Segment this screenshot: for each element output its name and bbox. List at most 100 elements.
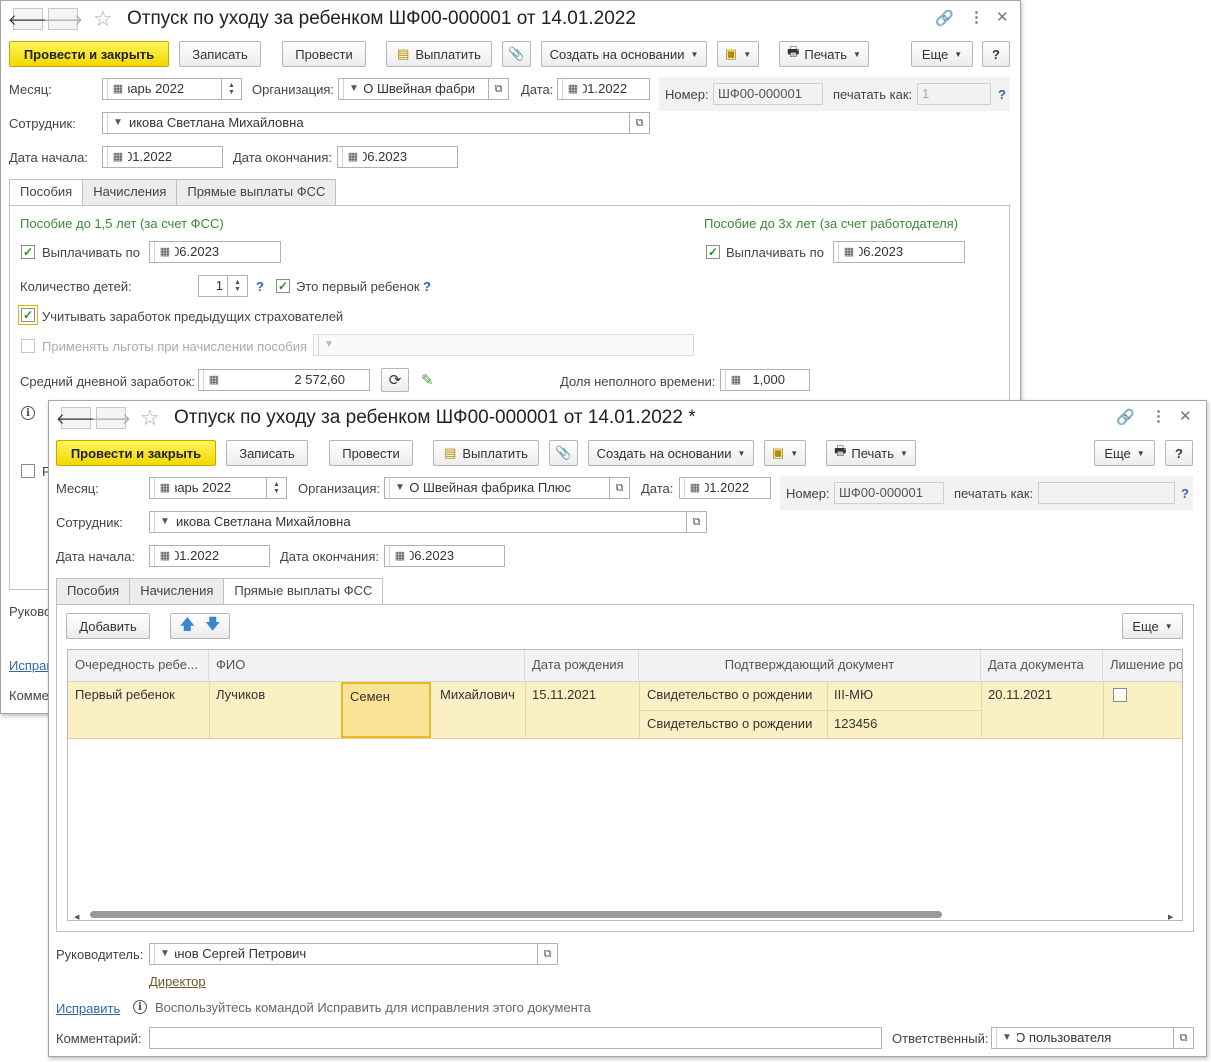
post-button[interactable]: Провести: [329, 440, 413, 466]
cell-doc1-value[interactable]: III-МЮ: [827, 682, 981, 707]
open-icon[interactable]: ⧉: [1174, 1027, 1194, 1049]
arrow-up-icon[interactable]: 🡅: [180, 614, 195, 639]
cell-last-name[interactable]: Лучиков: [209, 682, 341, 707]
benefits-field[interactable]: ▼: [313, 334, 694, 356]
month-field[interactable]: Январь 2022 ▦: [149, 477, 267, 499]
dropdown-arrow-icon[interactable]: ▼: [996, 1028, 1017, 1048]
more-button[interactable]: Еще ▼: [911, 41, 973, 67]
comment-field[interactable]: [149, 1027, 882, 1049]
cell-doc1-type[interactable]: Свидетельство о рождении: [639, 682, 827, 707]
more-button[interactable]: Еще ▼: [1094, 440, 1155, 466]
end-date-field[interactable]: 15.06.2023 ▦: [337, 146, 458, 168]
calendar-icon[interactable]: ▦: [389, 546, 410, 566]
help-icon[interactable]: ?: [423, 279, 431, 294]
date-field[interactable]: 14.01.2022 ▦: [679, 477, 771, 499]
employee-field[interactable]: Лучикова Светлана Михайловна ▼: [102, 112, 630, 134]
calendar-icon[interactable]: ▦: [154, 242, 175, 262]
tab-accruals[interactable]: Начисления: [82, 179, 178, 205]
forward-arrow-icon[interactable]: 🡒: [43, 8, 83, 30]
month-spinner-icon[interactable]: ▲ ▼: [222, 78, 242, 100]
org-field[interactable]: ООО Швейная фабри ▼: [338, 78, 489, 100]
print-button[interactable]: 🖶 Печать ▼: [779, 41, 869, 67]
create-based-button[interactable]: Создать на основании ▼: [588, 440, 754, 466]
calculator-icon[interactable]: ▦: [203, 370, 224, 390]
open-icon[interactable]: ⧉: [687, 511, 707, 533]
prev-insurers-checkbox[interactable]: ✓: [21, 308, 35, 322]
cell-first-name[interactable]: Семен: [341, 682, 431, 738]
forward-arrow-icon[interactable]: 🡒: [91, 407, 131, 429]
open-icon[interactable]: ⧉: [610, 477, 630, 499]
pay-until-3-checkbox[interactable]: ✓: [706, 245, 720, 259]
attach-icon[interactable]: 📎: [502, 41, 531, 67]
save-button[interactable]: Записать: [179, 41, 261, 67]
pay-button[interactable]: ▤ Выплатить: [386, 41, 492, 67]
dropdown-arrow-icon[interactable]: ▼: [318, 335, 339, 355]
start-date-field[interactable]: 22.01.2022 ▦: [149, 545, 270, 567]
month-field[interactable]: Январь 2022 ▦: [102, 78, 222, 100]
open-icon[interactable]: ⧉: [489, 78, 509, 100]
more-vertical-icon[interactable]: ⋮: [1151, 407, 1166, 425]
cell-doc2-value[interactable]: 123456: [827, 711, 981, 736]
post-button[interactable]: Провести: [282, 41, 366, 67]
number-field[interactable]: ШФ00-000001: [834, 482, 944, 504]
manager-position-link[interactable]: Директор: [149, 974, 206, 989]
dropdown-arrow-icon[interactable]: ▼: [107, 113, 128, 133]
add-button[interactable]: Добавить: [66, 613, 150, 639]
help-icon[interactable]: ?: [256, 279, 264, 294]
dropdown-arrow-icon[interactable]: ▼: [389, 478, 410, 498]
print-as-field[interactable]: 1: [917, 83, 991, 105]
tab-accruals[interactable]: Начисления: [129, 578, 225, 604]
calendar-icon[interactable]: ▦: [107, 147, 128, 167]
pay-until-checkbox[interactable]: ✓: [21, 245, 35, 259]
post-close-button[interactable]: Провести и закрыть: [9, 41, 169, 67]
avg-earnings-field[interactable]: 2 572,60 ▦: [198, 369, 370, 391]
print-button[interactable]: 🖶 Печать ▼: [826, 440, 916, 466]
print-as-field[interactable]: [1038, 482, 1175, 504]
calendar-icon[interactable]: ▦: [562, 79, 583, 99]
fix-link[interactable]: Исправить: [56, 1001, 120, 1016]
document-generate-icon[interactable]: ▣ ▼: [764, 440, 806, 466]
tab-fss-payments[interactable]: Прямые выплаты ФСС: [176, 179, 337, 205]
dropdown-arrow-icon[interactable]: ▼: [343, 79, 364, 99]
help-button[interactable]: ?: [982, 41, 1010, 67]
calendar-icon[interactable]: ▦: [838, 242, 859, 262]
back-arrow-icon[interactable]: 🡐: [8, 8, 48, 30]
cell-birth-date[interactable]: 15.11.2021: [525, 682, 639, 707]
link-icon[interactable]: 🔗: [935, 9, 954, 27]
calendar-icon[interactable]: ▦: [154, 478, 175, 498]
post-close-button[interactable]: Провести и закрыть: [56, 440, 216, 466]
help-icon[interactable]: ?: [1181, 486, 1189, 501]
help-button[interactable]: ?: [1165, 440, 1193, 466]
favorite-star-icon[interactable]: ☆: [140, 405, 160, 431]
cell-doc2-type[interactable]: Свидетельство о рождении: [639, 711, 827, 736]
open-icon[interactable]: ⧉: [538, 943, 558, 965]
column-header-birth-date[interactable]: Дата рождения: [525, 650, 639, 682]
start-date-field[interactable]: 22.01.2022 ▦: [102, 146, 223, 168]
horizontal-scrollbar[interactable]: [90, 911, 942, 918]
cell-order[interactable]: Первый ребенок: [68, 682, 209, 707]
pay-button[interactable]: ▤ Выплатить: [433, 440, 539, 466]
pay-until-field[interactable]: 15.06.2023 ▦: [149, 241, 281, 263]
calendar-icon[interactable]: ▦: [154, 546, 175, 566]
part-time-field[interactable]: 1,000 ▦: [720, 369, 810, 391]
tab-benefits[interactable]: Пособия: [56, 578, 131, 604]
more-vertical-icon[interactable]: ⋮: [969, 8, 984, 26]
favorite-star-icon[interactable]: ☆: [93, 6, 113, 32]
close-icon[interactable]: ✕: [996, 8, 1009, 26]
month-spinner-icon[interactable]: ▲ ▼: [267, 477, 287, 499]
save-button[interactable]: Записать: [226, 440, 308, 466]
children-count-field[interactable]: 1: [198, 275, 228, 297]
end-date-field[interactable]: 15.06.2023 ▦: [384, 545, 505, 567]
scroll-left-icon[interactable]: ◀: [74, 913, 79, 920]
link-icon[interactable]: 🔗: [1116, 408, 1135, 426]
benefits-checkbox[interactable]: [21, 339, 35, 353]
column-header-doc-date[interactable]: Дата документа: [981, 650, 1103, 682]
employee-field[interactable]: Лучикова Светлана Михайловна ▼: [149, 511, 687, 533]
column-header-document[interactable]: Подтверждающий документ: [639, 650, 981, 682]
number-field[interactable]: ШФ00-000001: [713, 83, 823, 105]
first-child-checkbox[interactable]: ✓: [276, 279, 290, 293]
close-icon[interactable]: ✕: [1179, 407, 1192, 425]
partial-checkbox[interactable]: [21, 464, 35, 478]
open-icon[interactable]: ⧉: [630, 112, 650, 134]
attach-icon[interactable]: 📎: [549, 440, 578, 466]
